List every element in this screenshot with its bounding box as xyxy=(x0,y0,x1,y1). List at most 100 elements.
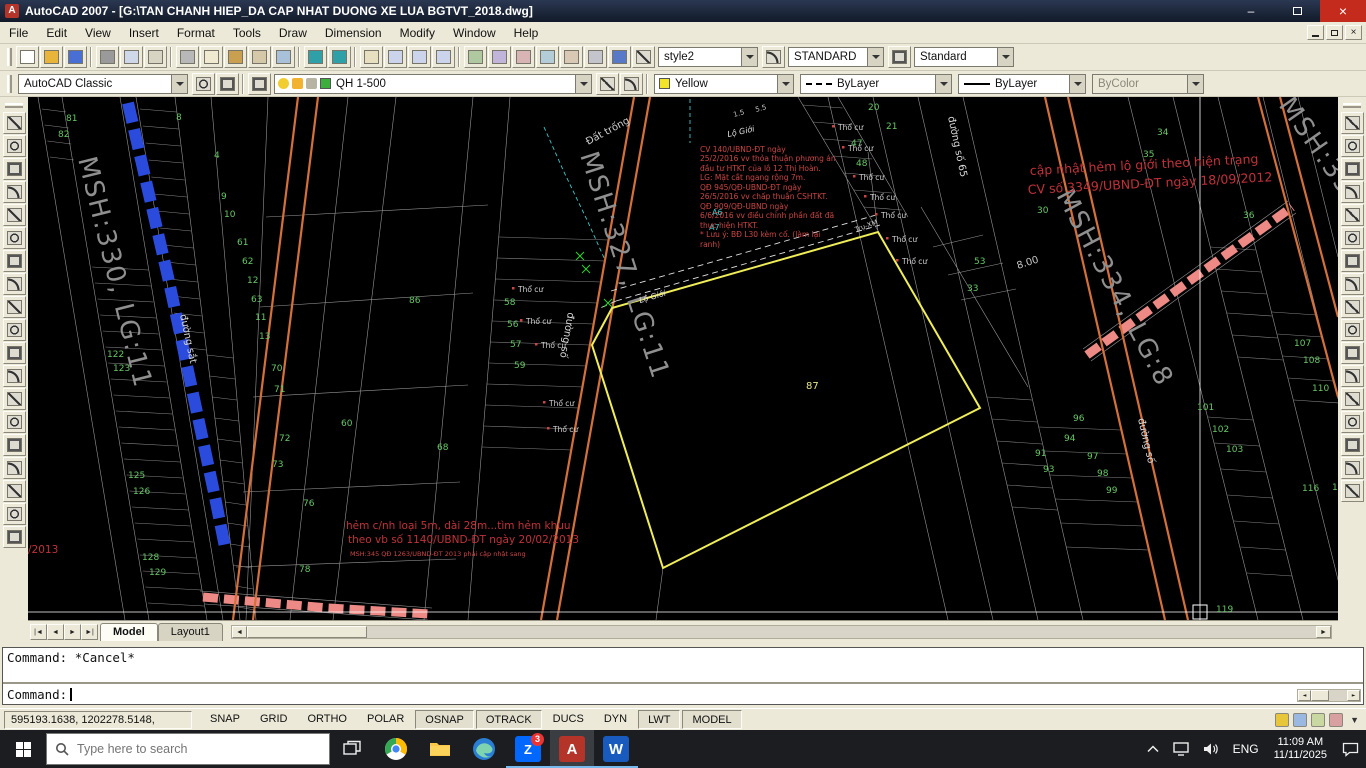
status-tray-arrow-icon[interactable]: ▼ xyxy=(1347,715,1362,725)
scroll-thumb[interactable] xyxy=(247,626,367,638)
scroll-right-arrow[interactable]: ► xyxy=(1347,690,1360,701)
text-style-button[interactable] xyxy=(632,46,655,68)
qnew-button[interactable] xyxy=(16,46,39,68)
status-toggle-polar[interactable]: POLAR xyxy=(358,710,413,729)
status-toggle-ortho[interactable]: ORTHO xyxy=(298,710,356,729)
properties-button[interactable] xyxy=(464,46,487,68)
redo-button[interactable] xyxy=(328,46,351,68)
construction-line-tool-button[interactable] xyxy=(3,135,26,157)
zoom-realtime-button[interactable] xyxy=(384,46,407,68)
arc-tool-button[interactable] xyxy=(3,227,26,249)
status-toggle-snap[interactable]: SNAP xyxy=(201,710,249,729)
status-toggle-model[interactable]: MODEL xyxy=(682,710,741,729)
tray-language-button[interactable]: ENG xyxy=(1226,730,1266,768)
markup-set-manager-button[interactable] xyxy=(560,46,583,68)
plot-preview-button[interactable] xyxy=(120,46,143,68)
toolbar-grip[interactable] xyxy=(7,75,12,93)
dim-style-button[interactable] xyxy=(762,46,785,68)
copy-tool-button[interactable] xyxy=(1341,135,1364,157)
scroll-left-arrow[interactable]: ◄ xyxy=(232,626,247,638)
linetype-combo[interactable]: ByLayer xyxy=(800,74,952,94)
cut-button[interactable] xyxy=(176,46,199,68)
menu-modify[interactable]: Modify xyxy=(391,23,444,43)
last-tab-button[interactable]: ►| xyxy=(81,624,98,640)
taskbar-app-edge[interactable] xyxy=(462,730,506,768)
help-button[interactable] xyxy=(608,46,631,68)
point-tool-button[interactable] xyxy=(3,411,26,433)
designcenter-button[interactable] xyxy=(488,46,511,68)
search-input[interactable] xyxy=(77,742,297,756)
fillet-tool-button[interactable] xyxy=(1341,457,1364,479)
command-scrollbar[interactable]: ◄ ► xyxy=(1297,689,1361,702)
selected-parcel-outline[interactable] xyxy=(592,232,980,568)
toolbar-grip[interactable] xyxy=(7,48,12,66)
spline-tool-button[interactable] xyxy=(3,296,26,318)
extend-tool-button[interactable] xyxy=(1341,342,1364,364)
menu-draw[interactable]: Draw xyxy=(270,23,316,43)
combo-arrow-icon[interactable] xyxy=(575,75,591,93)
status-toggle-ducs[interactable]: DUCS xyxy=(544,710,593,729)
combo-arrow-icon[interactable] xyxy=(741,48,757,66)
chamfer-tool-button[interactable] xyxy=(1341,434,1364,456)
table-style-button[interactable] xyxy=(888,46,911,68)
menu-window[interactable]: Window xyxy=(444,23,505,43)
stretch-tool-button[interactable] xyxy=(1341,296,1364,318)
tool-palettes-button[interactable] xyxy=(512,46,535,68)
layer-lock-icon[interactable] xyxy=(306,78,317,89)
menu-file[interactable]: File xyxy=(0,23,37,43)
task-view-button[interactable] xyxy=(330,730,374,768)
combo-arrow-icon[interactable] xyxy=(1069,75,1085,93)
taskbar-app-file-explorer[interactable] xyxy=(418,730,462,768)
layer-combo[interactable]: QH 1-500 xyxy=(274,74,592,94)
rectangle-tool-button[interactable] xyxy=(3,204,26,226)
menu-dimension[interactable]: Dimension xyxy=(316,23,391,43)
status-toggle-lwt[interactable]: LWT xyxy=(638,710,680,729)
status-toggle-osnap[interactable]: OSNAP xyxy=(415,710,474,729)
layer-previous-button[interactable] xyxy=(620,73,643,95)
explode-tool-button[interactable] xyxy=(1341,480,1364,502)
taskbar-app-chrome[interactable] xyxy=(374,730,418,768)
join-tool-button[interactable] xyxy=(1341,411,1364,433)
table-style-combo[interactable]: Standard xyxy=(914,47,1014,67)
combo-arrow-icon[interactable] xyxy=(171,75,187,93)
gradient-tool-button[interactable] xyxy=(3,457,26,479)
erase-tool-button[interactable] xyxy=(1341,112,1364,134)
mdi-close-button[interactable]: × xyxy=(1345,25,1362,40)
taskbar-app-autocad[interactable]: A xyxy=(550,730,594,768)
prev-tab-button[interactable]: ◄ xyxy=(47,624,64,640)
break-tool-button[interactable] xyxy=(1341,388,1364,410)
zoom-previous-button[interactable] xyxy=(432,46,455,68)
start-button[interactable] xyxy=(0,730,46,768)
circle-tool-button[interactable] xyxy=(3,250,26,272)
table-tool-button[interactable] xyxy=(3,503,26,525)
close-button[interactable]: × xyxy=(1320,0,1366,22)
menu-edit[interactable]: Edit xyxy=(37,23,76,43)
maximize-button[interactable] xyxy=(1274,0,1320,22)
make-object-layer-current-button[interactable] xyxy=(596,73,619,95)
paste-button[interactable] xyxy=(224,46,247,68)
minimize-button[interactable]: – xyxy=(1228,0,1274,22)
toolbar-lock-icon[interactable] xyxy=(1275,713,1289,727)
pan-button[interactable] xyxy=(360,46,383,68)
drawing-canvas[interactable]: MSH:330, LG:11MSH:327, LG:11MSH:334, LG:… xyxy=(28,97,1338,620)
scroll-right-arrow[interactable]: ► xyxy=(1316,626,1331,638)
trim-tool-button[interactable] xyxy=(1341,319,1364,341)
polygon-tool-button[interactable] xyxy=(3,181,26,203)
menu-format[interactable]: Format xyxy=(168,23,224,43)
taskbar-search-box[interactable] xyxy=(46,733,330,765)
communication-center-icon[interactable] xyxy=(1293,713,1307,727)
line-tool-button[interactable] xyxy=(3,112,26,134)
break-at-point-tool-button[interactable] xyxy=(1341,365,1364,387)
match-properties-button[interactable] xyxy=(248,46,271,68)
ellipse-tool-button[interactable] xyxy=(3,319,26,341)
status-toggle-dyn[interactable]: DYN xyxy=(595,710,636,729)
layer-on-bulb-icon[interactable] xyxy=(278,78,289,89)
hatch-tool-button[interactable] xyxy=(3,434,26,456)
command-input-line[interactable]: Command: ◄ ► xyxy=(3,684,1363,704)
horizontal-scrollbar[interactable]: ◄ ► xyxy=(231,625,1332,639)
revision-cloud-tool-button[interactable] xyxy=(3,273,26,295)
make-block-tool-button[interactable] xyxy=(3,388,26,410)
quickcalc-button[interactable] xyxy=(584,46,607,68)
tray-volume-button[interactable] xyxy=(1196,730,1226,768)
notification-center-button[interactable] xyxy=(1335,730,1366,768)
